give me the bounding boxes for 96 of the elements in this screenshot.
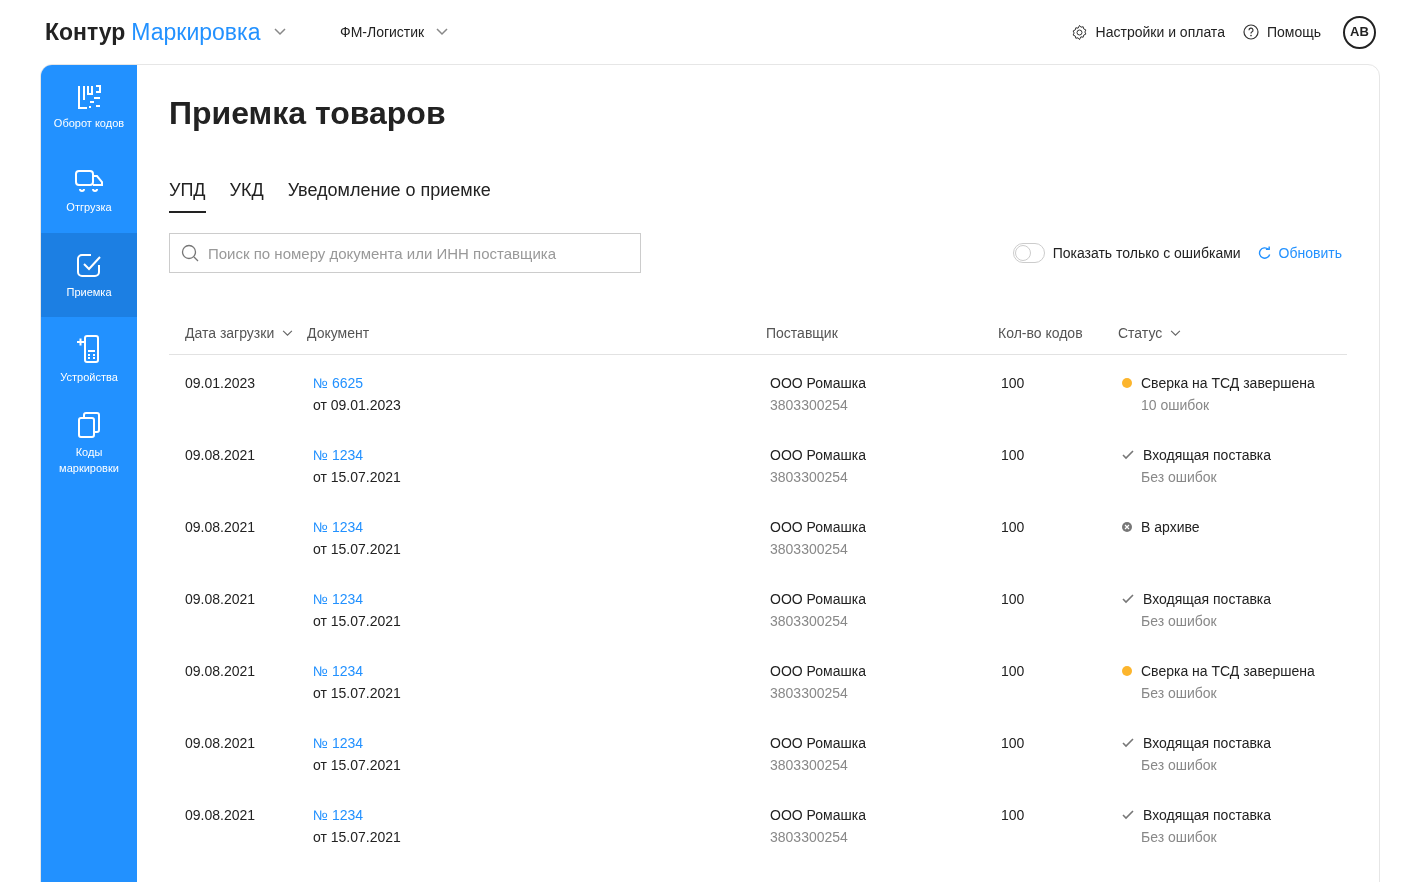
refresh-icon bbox=[1256, 245, 1272, 261]
scanner-icon bbox=[76, 333, 102, 364]
table-cell-text: 09.08.2021 bbox=[185, 662, 257, 681]
settings-icon bbox=[1070, 23, 1088, 41]
status-label: Входящая поставка bbox=[1143, 806, 1272, 825]
table-cell-text: 3803300254 bbox=[770, 756, 849, 775]
qr-code-icon bbox=[76, 83, 102, 110]
status-label: Входящая поставка bbox=[1143, 734, 1272, 753]
status-label: Сверка на ТСД завершена bbox=[1141, 374, 1315, 393]
table-cell-text: 3803300254 bbox=[770, 828, 849, 847]
column-header: Документ bbox=[307, 324, 370, 343]
search-icon bbox=[181, 244, 199, 262]
table-cell-text: от 15.07.2021 bbox=[313, 540, 402, 559]
document-link[interactable]: № 1234 bbox=[313, 516, 364, 538]
table-cell-text: 3803300254 bbox=[770, 396, 849, 415]
table-cell-text: 3803300254 bbox=[770, 684, 849, 703]
logo-product: Маркировка bbox=[131, 17, 261, 47]
column-header[interactable]: Дата загрузки bbox=[185, 323, 294, 344]
status-label: В архиве bbox=[1141, 518, 1200, 537]
refresh-button[interactable]: Обновить bbox=[1256, 242, 1342, 264]
search-field[interactable]: Поиск по номеру документа или ИНН поставщика bbox=[169, 233, 641, 273]
page-title: Приемка товаров bbox=[169, 94, 447, 133]
table-cell-text: 09.08.2021 bbox=[185, 446, 257, 465]
table-cell-text: ООО Ромашка bbox=[770, 446, 867, 465]
copy-icon bbox=[76, 410, 102, 439]
sidebar-item[interactable]: Приемка bbox=[41, 233, 137, 317]
status-note: Без ошибок bbox=[1140, 828, 1218, 847]
chevron-down-icon[interactable] bbox=[1170, 330, 1182, 337]
table-cell-text: от 15.07.2021 bbox=[313, 684, 402, 703]
chevron-down-icon[interactable] bbox=[282, 330, 294, 337]
toggle-label: Показать только с ошибками bbox=[1052, 243, 1241, 263]
column-header: Кол-во кодов bbox=[998, 324, 1083, 343]
document-link[interactable]: № 1234 bbox=[313, 732, 364, 754]
table-cell-text: от 15.07.2021 bbox=[313, 468, 402, 487]
truck-icon bbox=[74, 167, 104, 194]
check-icon bbox=[1122, 450, 1134, 460]
table-cell-text: 100 bbox=[1001, 662, 1026, 681]
status-note: Без ошибок bbox=[1140, 468, 1218, 487]
table-cell-text: 100 bbox=[1001, 734, 1026, 753]
table-cell-text: 09.01.2023 bbox=[185, 374, 257, 393]
table-cell-text: 09.08.2021 bbox=[185, 806, 257, 825]
toggle-switch[interactable] bbox=[1012, 243, 1045, 263]
table-cell-text: 3803300254 bbox=[770, 612, 849, 631]
cross-circle-icon bbox=[1122, 522, 1132, 532]
document-link[interactable]: № 1234 bbox=[313, 444, 364, 466]
table-cell-text: 100 bbox=[1001, 590, 1026, 609]
table-cell-text: 09.08.2021 bbox=[185, 518, 257, 537]
status-label: Входящая поставка bbox=[1143, 590, 1272, 609]
document-link[interactable]: № 6625 bbox=[313, 372, 364, 394]
column-header[interactable]: Статус bbox=[1118, 323, 1182, 344]
sidebar-item[interactable]: Отгрузка bbox=[41, 149, 137, 233]
table-cell-text: 3803300254 bbox=[770, 540, 849, 559]
table-cell-text: ООО Ромашка bbox=[770, 518, 867, 537]
table-cell-text: 100 bbox=[1001, 374, 1026, 393]
table-cell-text: 3803300254 bbox=[770, 468, 849, 487]
table-cell-text: от 15.07.2021 bbox=[313, 756, 402, 775]
table-cell-text: 09.08.2021 bbox=[185, 734, 257, 753]
status-note: Без ошибок bbox=[1140, 612, 1218, 631]
table-cell-text: от 09.01.2023 bbox=[313, 396, 402, 415]
document-link[interactable]: № 1234 bbox=[313, 588, 364, 610]
table-cell-text: 100 bbox=[1001, 806, 1026, 825]
sidebar-item[interactable]: Устройства bbox=[41, 317, 137, 401]
document-link[interactable]: № 1234 bbox=[313, 804, 364, 826]
check-icon bbox=[1122, 810, 1134, 820]
logo-brand: Контур bbox=[45, 17, 126, 47]
table-cell-text: 09.08.2021 bbox=[185, 590, 257, 609]
chevron-down-icon[interactable] bbox=[274, 28, 287, 36]
status-label: Сверка на ТСД завершена bbox=[1141, 662, 1315, 681]
table-cell-text: 100 bbox=[1001, 446, 1026, 465]
tab[interactable]: УПД bbox=[169, 177, 206, 213]
sidebar-item[interactable]: Оборот кодов bbox=[41, 65, 137, 149]
tab[interactable]: Уведомление о приемке bbox=[287, 177, 491, 213]
document-link[interactable]: № 1234 bbox=[313, 660, 364, 682]
check-icon bbox=[1122, 738, 1134, 748]
table-cell-text: ООО Ромашка bbox=[770, 374, 867, 393]
status-note: Без ошибок bbox=[1140, 756, 1218, 775]
status-label: Входящая поставка bbox=[1143, 446, 1272, 465]
table-cell-text: ООО Ромашка bbox=[770, 734, 867, 753]
status-note: Без ошибок bbox=[1140, 684, 1218, 703]
help-link[interactable]: Помощь bbox=[1242, 21, 1321, 43]
table-cell-text: ООО Ромашка bbox=[770, 590, 867, 609]
table-cell-text: 100 bbox=[1001, 518, 1026, 537]
check-icon bbox=[1122, 594, 1134, 604]
organization-selector[interactable]: ФМ-Логистик bbox=[340, 21, 449, 43]
settings-link[interactable]: Настройки и оплата bbox=[1070, 21, 1225, 43]
status-note: 10 ошибок bbox=[1140, 396, 1211, 415]
sidebar-item[interactable]: Коды маркировки bbox=[41, 401, 137, 485]
table-cell-text: ООО Ромашка bbox=[770, 662, 867, 681]
chevron-down-icon bbox=[436, 28, 449, 36]
user-avatar[interactable]: AB bbox=[1343, 15, 1376, 49]
help-icon bbox=[1242, 24, 1259, 40]
column-header: Поставщик bbox=[766, 324, 838, 343]
table-cell-text: от 15.07.2021 bbox=[313, 828, 402, 847]
table-cell-text: от 15.07.2021 bbox=[313, 612, 402, 631]
tab[interactable]: УКД bbox=[229, 177, 264, 213]
table-cell-text: ООО Ромашка bbox=[770, 806, 867, 825]
